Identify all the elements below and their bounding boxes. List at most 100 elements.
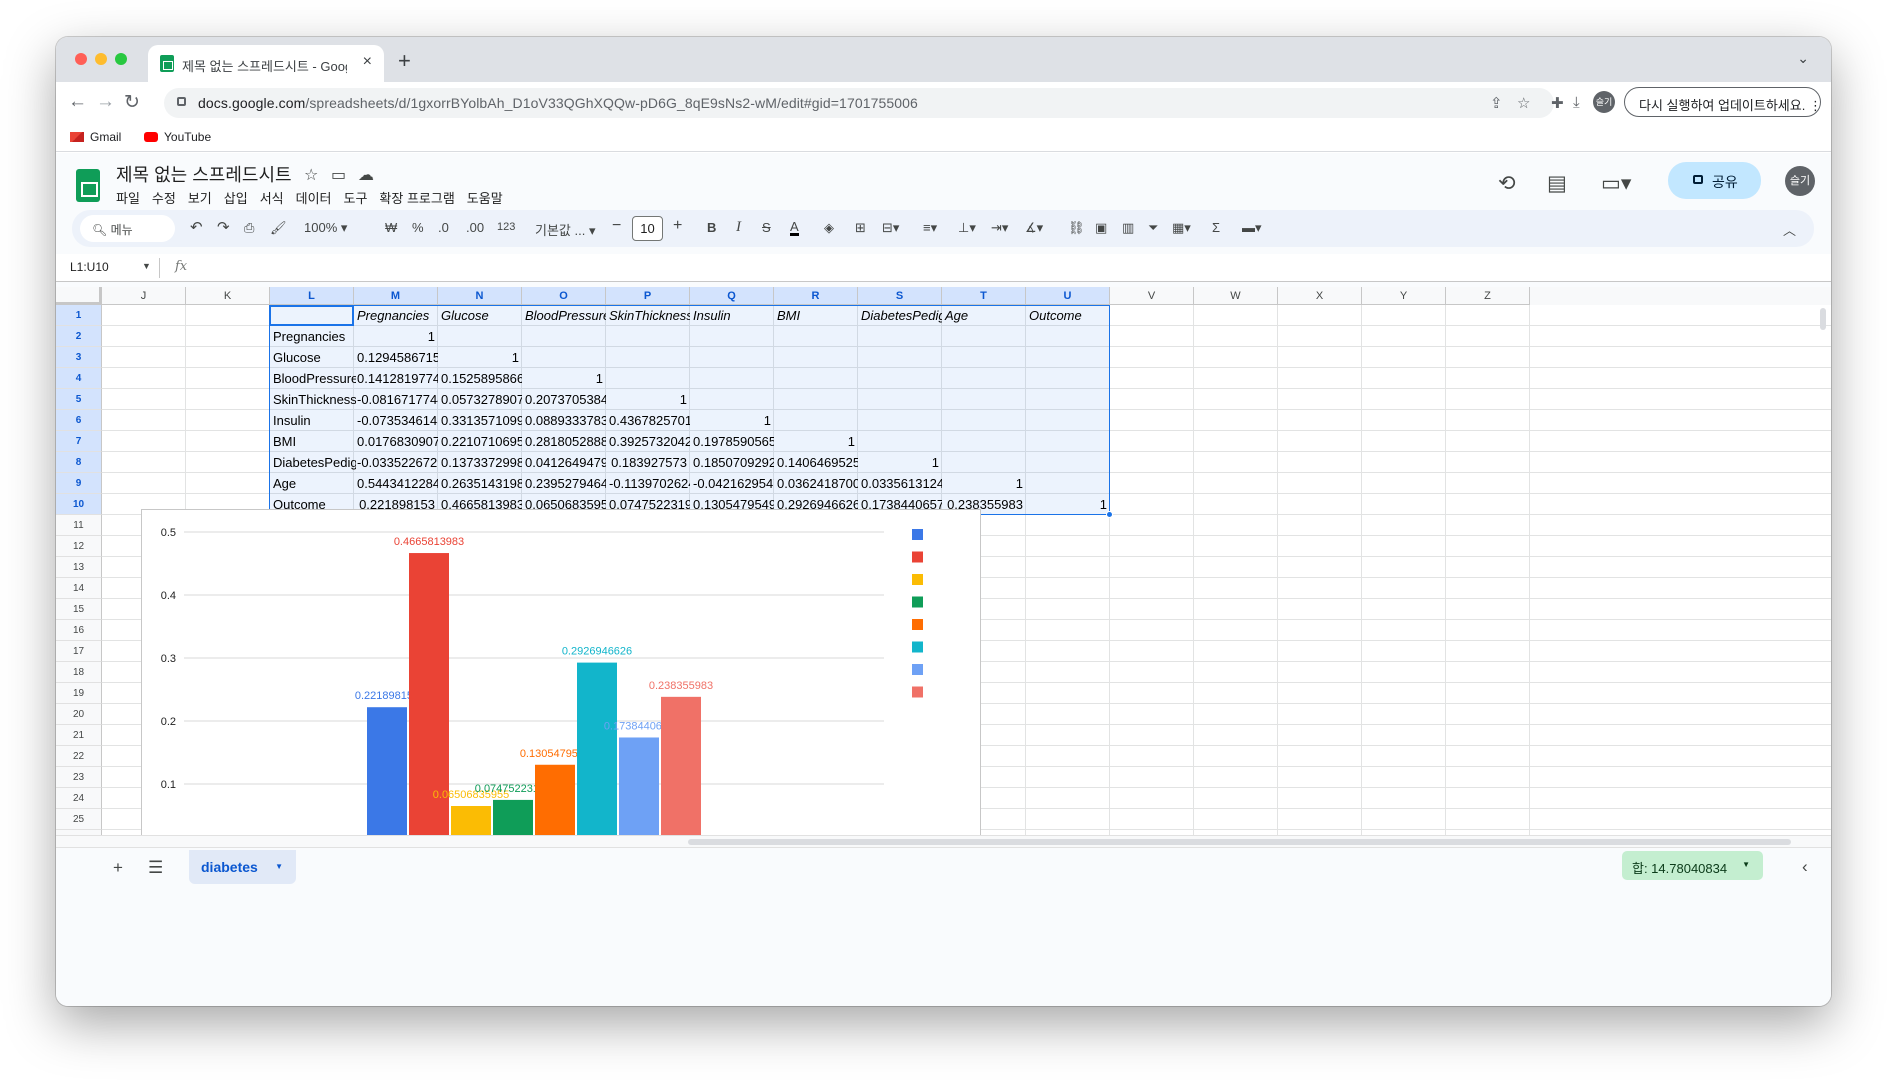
spreadsheet-grid[interactable]: JKLMNOPQRSTUVWXYZ 1 2 3 4 5 6 7 8 9 10 11 12 13 14 15 1… — [56, 287, 1831, 847]
column-header-s[interactable]: S — [858, 287, 942, 305]
vertical-scrollbar[interactable] — [1818, 305, 1827, 835]
column-header-m[interactable]: M — [354, 287, 438, 305]
menu-search-field[interactable]: 🔍︎ 메뉴 — [80, 215, 175, 242]
zoom-select[interactable]: 100% ▾ — [304, 220, 347, 236]
name-box[interactable]: L1:U10 — [70, 260, 109, 274]
account-avatar[interactable]: 슬기 — [1785, 166, 1815, 196]
row-header-21[interactable]: 21 — [56, 725, 102, 746]
font-select[interactable]: 기본값 ... ▾ — [535, 220, 595, 239]
undo-icon[interactable]: ↶ — [190, 218, 203, 236]
menu-help[interactable]: 도움말 — [467, 191, 503, 206]
browser-profile-avatar[interactable]: 슬기 — [1593, 91, 1615, 113]
embedded-chart[interactable]: 0.00.10.20.30.40.50.2218981530.466581398… — [141, 509, 981, 847]
name-box-dropdown-icon[interactable]: ▼ — [142, 261, 151, 271]
bookmark-gmail[interactable]: Gmail — [70, 130, 121, 144]
column-header-w[interactable]: W — [1194, 287, 1278, 305]
italic-button[interactable]: I — [736, 219, 741, 236]
row-header-20[interactable]: 20 — [56, 704, 102, 725]
row-header-9[interactable]: 9 — [56, 473, 102, 494]
side-panel-toggle-icon[interactable]: ‹ — [1802, 857, 1808, 877]
increase-decimal-button[interactable]: .00 — [466, 220, 484, 235]
horizontal-scroll-thumb[interactable] — [688, 839, 1791, 845]
back-arrow-icon[interactable]: ← — [68, 91, 87, 113]
merge-cells-icon[interactable]: ⊟▾ — [882, 220, 899, 236]
row-header-12[interactable]: 12 — [56, 536, 102, 557]
column-header-t[interactable]: T — [942, 287, 1026, 305]
version-history-icon[interactable]: ⟲ — [1498, 171, 1516, 196]
insert-chart-icon[interactable]: ▥ — [1122, 220, 1134, 236]
row-header-22[interactable]: 22 — [56, 746, 102, 767]
vertical-align-icon[interactable]: ⊥▾ — [958, 220, 976, 236]
star-icon[interactable]: ☆ — [304, 165, 318, 185]
add-sheet-icon[interactable]: + — [113, 858, 123, 878]
column-header-o[interactable]: O — [522, 287, 606, 305]
column-header-u[interactable]: U — [1026, 287, 1110, 305]
column-header-v[interactable]: V — [1110, 287, 1194, 305]
row-header-6[interactable]: 6 — [56, 410, 102, 431]
more-formats-button[interactable]: 123 — [497, 221, 515, 233]
row-header-16[interactable]: 16 — [56, 620, 102, 641]
horizontal-scrollbar[interactable] — [56, 835, 1831, 847]
font-size-decrease-button[interactable]: − — [612, 217, 621, 235]
row-header-14[interactable]: 14 — [56, 578, 102, 599]
row-header-17[interactable]: 17 — [56, 641, 102, 662]
forward-arrow-icon[interactable]: → — [96, 91, 115, 113]
menu-edit[interactable]: 수정 — [152, 191, 176, 206]
fill-color-icon[interactable]: ◈ — [824, 220, 834, 236]
column-header-l[interactable]: L — [270, 287, 354, 305]
extensions-puzzle-icon[interactable]: ✚ — [1551, 94, 1564, 112]
tab-search-chevron-icon[interactable]: ⌄ — [1797, 50, 1809, 67]
cloud-status-icon[interactable]: ☁ — [358, 165, 374, 185]
site-info-lock-icon[interactable] — [177, 97, 186, 106]
menu-view[interactable]: 보기 — [188, 191, 212, 206]
column-header-n[interactable]: N — [438, 287, 522, 305]
browser-tab[interactable]: 제목 없는 스프레드시트 - Google × — [148, 45, 384, 82]
sheets-logo-icon[interactable] — [76, 169, 100, 202]
horizontal-align-icon[interactable]: ≡▾ — [923, 220, 937, 236]
column-header-z[interactable]: Z — [1446, 287, 1530, 305]
row-header-7[interactable]: 7 — [56, 431, 102, 452]
strikethrough-button[interactable]: S — [762, 220, 771, 235]
sheet-tab-dropdown-icon[interactable]: ▼ — [275, 862, 283, 871]
new-tab-button[interactable]: + — [398, 48, 411, 74]
collapse-toolbar-icon[interactable]: ︿ — [1783, 220, 1796, 239]
menu-file[interactable]: 파일 — [116, 191, 140, 206]
column-header-p[interactable]: P — [606, 287, 690, 305]
row-header-24[interactable]: 24 — [56, 788, 102, 809]
menu-insert[interactable]: 삽입 — [224, 191, 248, 206]
all-sheets-icon[interactable]: ☰ — [148, 858, 163, 878]
redo-icon[interactable]: ↷ — [217, 218, 230, 236]
comments-icon[interactable]: ▤ — [1547, 171, 1567, 196]
filter-icon[interactable]: ⏷ — [1148, 220, 1158, 236]
functions-icon[interactable]: Σ — [1212, 220, 1220, 235]
sum-dropdown-icon[interactable]: ▼ — [1742, 860, 1750, 869]
insert-link-icon[interactable]: ⛓︎ — [1068, 220, 1085, 236]
filter-views-icon[interactable]: ▦▾ — [1172, 220, 1191, 236]
url-field[interactable]: docs.google.com/spreadsheets/d/1gxorrBYo… — [164, 88, 1554, 118]
download-icon[interactable]: ⤓ — [1573, 94, 1580, 111]
row-header-10[interactable]: 10 — [56, 494, 102, 515]
minimize-window-button[interactable] — [95, 53, 107, 65]
input-tools-icon[interactable]: ▬▾ — [1242, 220, 1262, 236]
document-title[interactable]: 제목 없는 스프레드시트 — [116, 161, 292, 187]
column-header-j[interactable]: J — [102, 287, 186, 305]
share-button[interactable]: 공유 — [1668, 162, 1761, 199]
row-header-11[interactable]: 11 — [56, 515, 102, 536]
menu-data[interactable]: 데이터 — [296, 191, 332, 206]
percent-format-button[interactable]: % — [412, 220, 424, 235]
column-header-r[interactable]: R — [774, 287, 858, 305]
font-size-input[interactable]: 10 — [632, 216, 663, 241]
row-header-1[interactable]: 1 — [56, 305, 102, 326]
maximize-window-button[interactable] — [115, 53, 127, 65]
row-header-19[interactable]: 19 — [56, 683, 102, 704]
update-browser-button[interactable]: 다시 실행하여 업데이트하세요. ⋮ — [1624, 87, 1822, 117]
bookmark-star-icon[interactable]: ☆ — [1517, 94, 1530, 112]
menu-format[interactable]: 서식 — [260, 191, 284, 206]
row-header-4[interactable]: 4 — [56, 368, 102, 389]
column-header-k[interactable]: K — [186, 287, 270, 305]
row-header-25[interactable]: 25 — [56, 809, 102, 830]
text-rotation-icon[interactable]: ∡▾ — [1025, 220, 1043, 236]
row-header-18[interactable]: 18 — [56, 662, 102, 683]
menu-tools[interactable]: 도구 — [344, 191, 368, 206]
paint-format-icon[interactable]: 🖌︎ — [270, 220, 287, 236]
